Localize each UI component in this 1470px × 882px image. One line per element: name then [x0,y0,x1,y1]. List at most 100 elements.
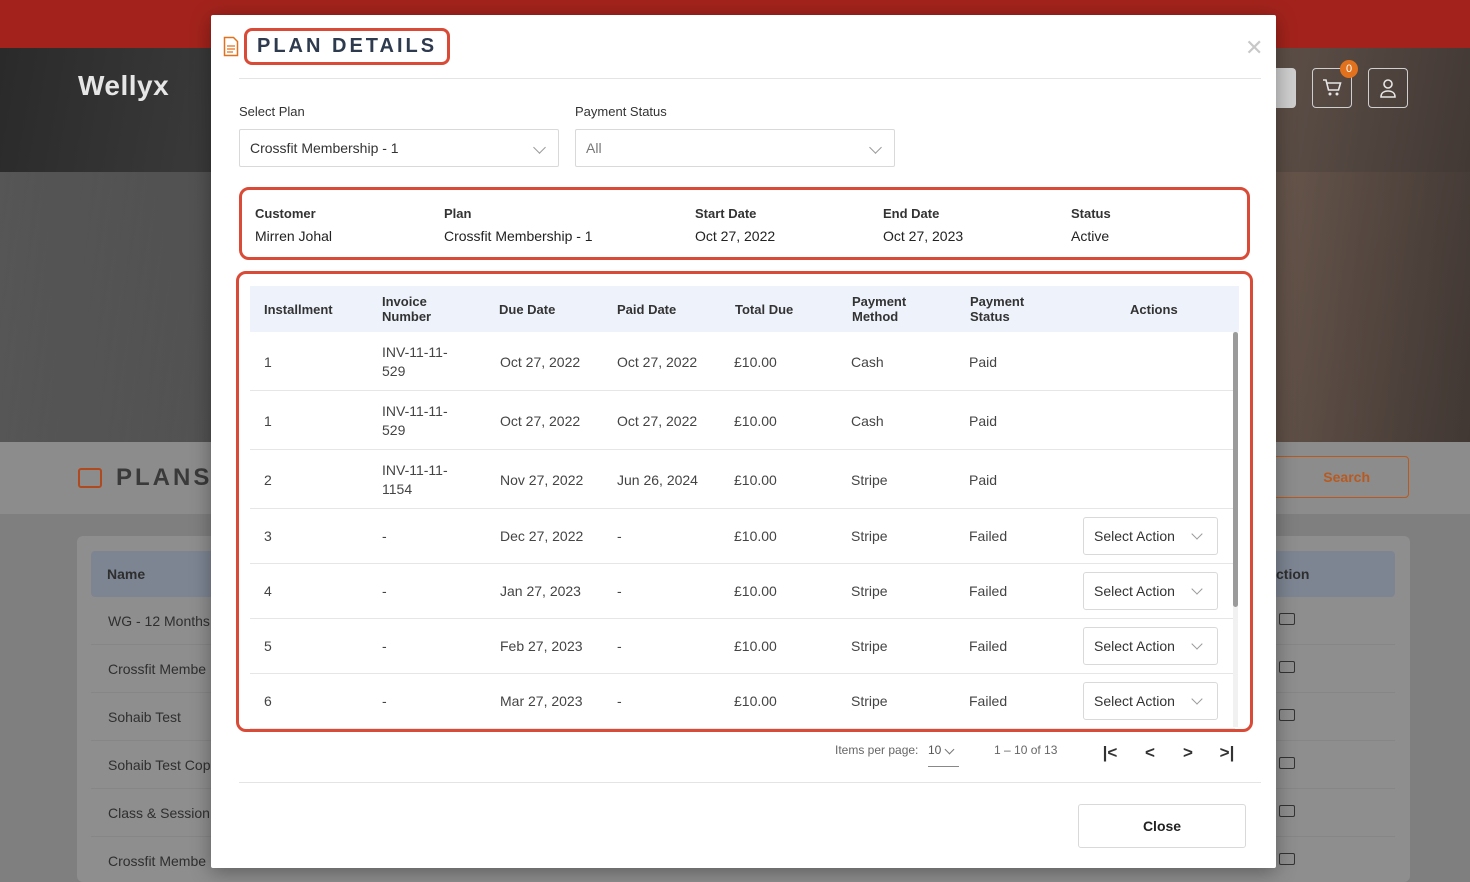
cell-paid-date: Jun 26, 2024 [617,472,698,488]
cell-payment-method: Stripe [851,583,888,599]
cell-invoice[interactable]: INV-11-11- 529 [382,402,448,440]
cell-installment: 1 [264,413,272,429]
chevron-down-icon [533,141,546,154]
divider [239,78,1261,79]
cell-payment-method: Cash [851,413,884,429]
cell-total-due: £10.00 [734,638,777,654]
th-installment: Installment [264,302,333,317]
cell-total-due: £10.00 [734,472,777,488]
cell-payment-status: Paid [969,354,998,370]
cell-due-date: Mar 27, 2023 [500,693,583,709]
summary-value: Oct 27, 2022 [695,228,776,244]
summary-label: End Date [883,206,940,221]
select-action-label: Select Action [1094,693,1175,709]
cell-total-due: £10.00 [734,354,777,370]
cell-installment: 4 [264,583,272,599]
chevron-down-icon [1191,528,1203,540]
summary-label: Plan [444,206,472,221]
cell-payment-status: Failed [969,693,1008,709]
close-button[interactable]: Close [1078,804,1246,848]
first-page-button[interactable]: |< [1098,743,1122,763]
payment-status-value: All [586,140,602,156]
cell-paid-date: - [617,528,622,544]
chevron-down-icon [944,744,955,755]
divider [239,782,1261,783]
prev-page-button[interactable]: < [1138,743,1162,763]
installments-table: Installment Invoice Number Due Date Paid … [236,271,1253,732]
cell-payment-status: Paid [969,472,998,488]
select-plan-dropdown[interactable]: Crossfit Membership - 1 [239,129,559,167]
summary-value: Oct 27, 2023 [883,228,964,244]
cell-due-date: Dec 27, 2022 [500,528,584,544]
select-action-label: Select Action [1094,528,1175,544]
summary-label: Status [1071,206,1111,221]
cell-payment-method: Stripe [851,472,888,488]
last-page-button[interactable]: >| [1215,743,1239,763]
table-header: Installment Invoice Number Due Date Paid … [250,286,1239,332]
cell-paid-date: - [617,583,622,599]
modal-title-highlight: PLAN DETAILS [244,28,451,65]
table-row: 3 - Dec 27, 2022 - £10.00 Stripe Failed … [250,509,1235,564]
payment-status-dropdown[interactable]: All [575,129,895,167]
select-plan-label: Select Plan [239,104,305,119]
chevron-down-icon [869,141,882,154]
table-row: 5 - Feb 27, 2023 - £10.00 Stripe Failed … [250,619,1235,674]
cell-installment: 5 [264,638,272,654]
table-row: 2 INV-11-11- 1154 Nov 27, 2022 Jun 26, 20… [250,450,1235,509]
cell-due-date: Feb 27, 2023 [500,638,583,654]
select-action-dropdown[interactable]: Select Action [1083,572,1218,610]
cell-invoice[interactable]: INV-11-11- 529 [382,343,448,381]
table-body: 1 INV-11-11- 529 Oct 27, 2022 Oct 27, 202… [250,332,1235,729]
chevron-down-icon [1191,693,1203,705]
plan-summary: Customer Mirren Johal Plan Crossfit Memb… [239,187,1250,260]
chevron-down-icon [1191,583,1203,595]
summary-label: Customer [255,206,316,221]
summary-start-date: Start Date Oct 27, 2022 [695,206,775,244]
next-page-button[interactable]: > [1176,743,1200,763]
summary-customer: Customer Mirren Johal [255,206,332,244]
cell-invoice[interactable]: INV-11-11- 1154 [382,461,448,499]
th-payment-status: Payment Status [970,294,1025,324]
select-action-dropdown[interactable]: Select Action [1083,682,1218,720]
table-row: 6 - Mar 27, 2023 - £10.00 Stripe Failed … [250,674,1235,729]
summary-plan: Plan Crossfit Membership - 1 [444,206,593,244]
cell-due-date: Oct 27, 2022 [500,413,581,429]
th-invoice: Invoice Number [382,294,432,324]
cell-total-due: £10.00 [734,693,777,709]
pagination-range: 1 – 10 of 13 [994,743,1058,757]
cell-total-due: £10.00 [734,413,777,429]
cell-paid-date: Oct 27, 2022 [617,413,698,429]
cell-due-date: Jan 27, 2023 [500,583,581,599]
cell-payment-method: Stripe [851,638,888,654]
cell-payment-method: Stripe [851,528,888,544]
payment-status-label: Payment Status [575,104,667,119]
items-per-page-label: Items per page: [835,743,919,757]
select-action-dropdown[interactable]: Select Action [1083,517,1218,555]
summary-value: Mirren Johal [255,228,333,244]
summary-status: Status Active [1071,206,1111,244]
th-due-date: Due Date [499,302,556,317]
cell-total-due: £10.00 [734,583,777,599]
scrollbar-thumb[interactable] [1233,332,1238,607]
cell-payment-status: Failed [969,638,1008,654]
cell-payment-method: Cash [851,354,884,370]
modal-title: PLAN DETAILS [257,35,438,57]
th-total-due: Total Due [735,302,794,317]
cell-installment: 6 [264,693,272,709]
cell-invoice: - [382,693,387,709]
th-actions: Actions [1130,302,1178,317]
cell-payment-status: Failed [969,528,1008,544]
cell-paid-date: Oct 27, 2022 [617,354,698,370]
select-action-label: Select Action [1094,583,1175,599]
table-row: 4 - Jan 27, 2023 - £10.00 Stripe Failed … [250,564,1235,619]
page-size-select[interactable]: 10 [928,743,959,767]
summary-label: Start Date [695,206,757,221]
plan-details-modal: PLAN DETAILS ✕ Select Plan Crossfit Memb… [211,15,1276,868]
summary-end-date: End Date Oct 27, 2023 [883,206,963,244]
summary-value: Crossfit Membership - 1 [444,228,593,244]
cell-total-due: £10.00 [734,528,777,544]
select-action-dropdown[interactable]: Select Action [1083,627,1218,665]
cell-paid-date: - [617,693,622,709]
cell-installment: 1 [264,354,272,370]
close-icon[interactable]: ✕ [1245,37,1263,59]
